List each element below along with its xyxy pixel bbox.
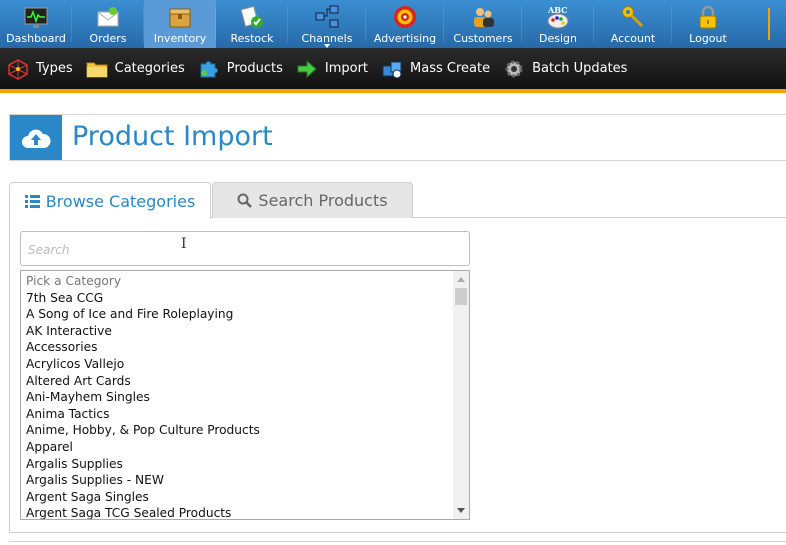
list-item[interactable]: Acrylicos Vallejo [26, 356, 469, 373]
subnav-types[interactable]: Types [7, 58, 73, 80]
subnav-label: Mass Create [410, 61, 491, 76]
top-navigation: Dashboard Orders Inventory Restock Chann… [0, 0, 786, 48]
category-search-input[interactable]: Search [20, 231, 470, 266]
inventory-icon [169, 8, 191, 28]
list-item[interactable]: Anime, Hobby, & Pop Culture Products [26, 422, 469, 439]
nav-logout[interactable]: Logout [672, 0, 744, 48]
nav-inventory[interactable]: Inventory [144, 0, 216, 48]
list-item[interactable]: Pick a Category [26, 273, 469, 290]
nav-customers[interactable]: Customers [444, 0, 522, 48]
list-item[interactable]: Argent Saga TCG Sealed Products [26, 505, 469, 519]
restock-icon [240, 5, 263, 28]
subnav-batch-updates[interactable]: Batch Updates [503, 58, 627, 80]
list-item[interactable]: Argalis Supplies [26, 456, 469, 473]
nav-dashboard[interactable]: Dashboard [0, 0, 72, 48]
svg-text:ABC: ABC [547, 5, 567, 15]
subnav-import[interactable]: Import [296, 58, 368, 80]
list-item[interactable]: A Song of Ice and Fire Roleplaying [26, 306, 469, 323]
divider [9, 541, 786, 542]
list-item[interactable]: Anima Tactics [26, 406, 469, 423]
subnav-products[interactable]: Products [198, 58, 283, 80]
account-key-icon [622, 6, 644, 28]
nav-label: Orders [89, 32, 127, 45]
list-item[interactable]: Argalis Supplies - NEW [26, 472, 469, 489]
nav-restock[interactable]: Restock [216, 0, 288, 48]
text-cursor-icon: I [181, 236, 187, 252]
tab-search-products[interactable]: Search Products [212, 182, 413, 218]
scroll-thumb[interactable] [455, 288, 467, 305]
header-icon-box [10, 115, 62, 160]
list-item[interactable]: Argent Saga Singles [26, 489, 469, 506]
scroll-up-icon[interactable] [457, 277, 465, 282]
list-item[interactable]: Accessories [26, 339, 469, 356]
subnav-label: Products [226, 61, 283, 76]
list-icon [24, 194, 40, 208]
nav-label: Restock [230, 32, 274, 45]
list-item[interactable]: Altered Art Cards [26, 373, 469, 390]
list-item[interactable]: AK Interactive [26, 323, 469, 340]
arrow-right-icon [297, 59, 317, 78]
nav-label: Design [539, 32, 577, 45]
channels-icon [315, 5, 339, 28]
nav-advertising[interactable]: Advertising [366, 0, 444, 48]
folder-icon [86, 62, 108, 77]
list-item[interactable]: 7th Sea CCG [26, 290, 469, 307]
nav-channels[interactable]: Channels [288, 0, 366, 48]
tab-label: Search Products [258, 191, 388, 210]
page-title: Product Import [72, 121, 273, 152]
accent-bar [0, 89, 786, 93]
list-item[interactable]: Apparel [26, 439, 469, 456]
subnav-label: Categories [114, 61, 185, 76]
subnav-mass-create[interactable]: Mass Create [381, 58, 490, 80]
nav-label: Dashboard [6, 32, 66, 45]
sub-navigation: Types Categories Products Import Mass Cr… [0, 48, 786, 89]
category-listbox[interactable]: Pick a Category 7th Sea CCG A Song of Ic… [20, 270, 470, 520]
nav-label: Logout [689, 32, 727, 45]
list-item[interactable]: Ani-Mayhem Singles [26, 389, 469, 406]
lock-icon [699, 5, 717, 29]
nav-label: Inventory [153, 32, 207, 45]
subnav-label: Types [36, 61, 73, 76]
advertising-icon [394, 6, 416, 28]
nav-label: Customers [453, 32, 513, 45]
orders-icon [97, 7, 119, 27]
scroll-down-icon[interactable] [457, 508, 465, 513]
nav-label: Account [610, 32, 656, 45]
cloud-upload-icon [22, 129, 51, 148]
tab-browse-categories[interactable]: Browse Categories [9, 182, 211, 219]
search-icon [237, 193, 253, 208]
gear-icon [505, 60, 523, 77]
types-icon [8, 58, 28, 80]
customers-icon [474, 8, 494, 27]
puzzle-icon [200, 60, 218, 77]
listbox-scrollbar[interactable] [453, 271, 469, 519]
dashboard-icon [24, 7, 48, 28]
subnav-label: Import [324, 61, 369, 76]
nav-orders[interactable]: Orders [72, 0, 144, 48]
subnav-label: Batch Updates [532, 61, 628, 76]
nav-divider [768, 8, 770, 40]
tab-label: Browse Categories [45, 191, 196, 211]
subnav-categories[interactable]: Categories [86, 58, 185, 80]
nav-design[interactable]: ABC Design [522, 0, 594, 48]
page-header: Product Import [9, 114, 786, 161]
design-icon: ABC [547, 5, 569, 29]
nav-label: Advertising [373, 32, 437, 45]
nav-account[interactable]: Account [594, 0, 672, 48]
boxes-icon [382, 61, 402, 78]
